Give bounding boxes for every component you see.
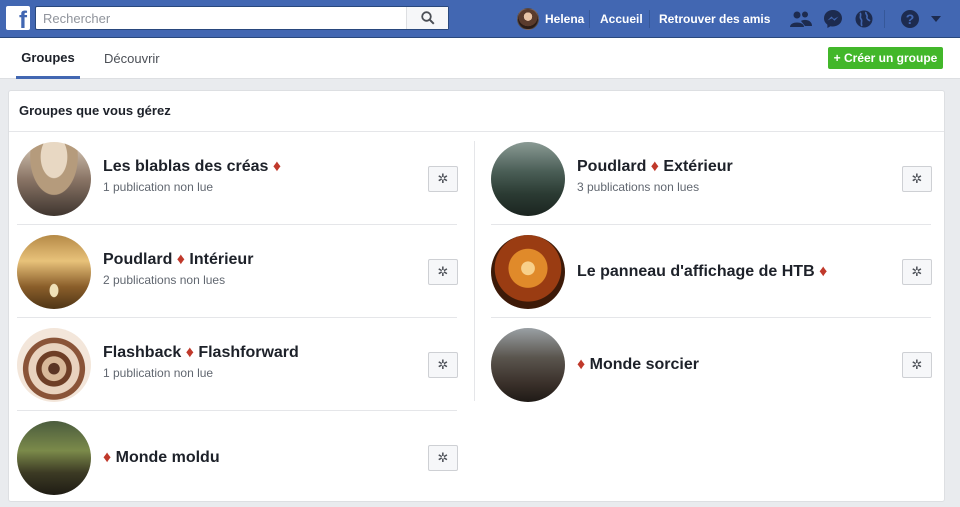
group-photo[interactable]	[17, 235, 91, 309]
svg-text:?: ?	[906, 11, 915, 27]
tab-groups[interactable]: Groupes	[16, 38, 80, 79]
friends-icon	[790, 11, 812, 27]
gear-icon: ✲	[437, 264, 449, 279]
list-item[interactable]: ♦ Monde moldu ✲	[17, 411, 458, 504]
facebook-logo-icon[interactable]: f	[6, 6, 30, 30]
search-icon	[420, 11, 435, 25]
diamond-icon: ♦	[176, 251, 185, 268]
gear-icon: ✲	[911, 264, 923, 279]
group-settings-button[interactable]: ✲	[428, 445, 458, 471]
unread-count: 1 publication non lue	[103, 366, 214, 380]
gear-icon: ✲	[437, 357, 449, 372]
list-item[interactable]: Poudlard ♦ Extérieur 3 publications non …	[491, 132, 932, 225]
group-photo[interactable]	[491, 142, 565, 216]
diamond-icon: ♦	[185, 344, 194, 361]
nav-divider	[589, 10, 590, 28]
group-photo[interactable]	[17, 421, 91, 495]
groups-tab-bar: Groupes Découvrir + Créer un groupe	[0, 38, 960, 79]
group-photo[interactable]	[491, 235, 565, 309]
group-settings-button[interactable]: ✲	[428, 352, 458, 378]
group-photo[interactable]	[17, 328, 91, 402]
unread-count: 1 publication non lue	[103, 180, 214, 194]
group-photo[interactable]	[17, 142, 91, 216]
list-item[interactable]: Les blablas des créas ♦ 1 publication no…	[17, 132, 458, 225]
group-settings-button[interactable]: ✲	[428, 166, 458, 192]
top-navigation-bar: f Helena Accueil Retrouver des amis ?	[0, 0, 960, 38]
list-item[interactable]: Flashback ♦ Flashforward 1 publication n…	[17, 318, 458, 411]
section-title: Groupes que vous gérez	[19, 103, 171, 118]
gear-icon: ✲	[437, 171, 449, 186]
create-group-button[interactable]: + Créer un groupe	[828, 47, 943, 69]
column-divider	[474, 141, 475, 401]
group-photo[interactable]	[491, 328, 565, 402]
group-settings-button[interactable]: ✲	[902, 352, 932, 378]
group-settings-button[interactable]: ✲	[902, 166, 932, 192]
tab-discover[interactable]: Découvrir	[104, 38, 160, 79]
diamond-icon: ♦	[819, 263, 828, 280]
profile-link[interactable]: Helena	[517, 0, 584, 38]
gear-icon: ✲	[437, 450, 449, 465]
group-name[interactable]: Flashback ♦ Flashforward	[103, 344, 299, 362]
group-name[interactable]: Poudlard ♦ Intérieur	[103, 251, 253, 269]
group-name[interactable]: Les blablas des créas ♦	[103, 158, 281, 176]
user-name: Helena	[545, 12, 585, 26]
nav-divider	[649, 10, 650, 28]
account-menu-button[interactable]	[926, 7, 946, 31]
group-settings-button[interactable]: ✲	[428, 259, 458, 285]
unread-count: 3 publications non lues	[577, 180, 700, 194]
messenger-icon	[824, 10, 842, 28]
help-button[interactable]: ?	[898, 7, 922, 31]
diamond-icon: ♦	[103, 449, 112, 466]
home-label: Accueil	[600, 12, 643, 26]
diamond-icon: ♦	[272, 158, 282, 175]
caret-down-icon	[931, 16, 941, 22]
search-input[interactable]	[36, 7, 406, 29]
globe-icon	[855, 10, 873, 28]
help-icon: ?	[901, 10, 919, 28]
group-settings-button[interactable]: ✲	[902, 259, 932, 285]
find-friends-label: Retrouver des amis	[659, 12, 771, 26]
diamond-icon: ♦	[577, 356, 586, 373]
group-name[interactable]: Poudlard ♦ Extérieur	[577, 158, 733, 176]
search-button[interactable]	[406, 7, 448, 29]
friend-requests-button[interactable]	[789, 7, 813, 31]
gear-icon: ✲	[911, 357, 923, 372]
gear-icon: ✲	[911, 171, 923, 186]
unread-count: 2 publications non lues	[103, 273, 226, 287]
search-box	[35, 6, 449, 30]
avatar	[517, 8, 539, 30]
diamond-icon: ♦	[650, 158, 659, 175]
find-friends-link[interactable]: Retrouver des amis	[659, 0, 770, 38]
list-item[interactable]: Le panneau d'affichage de HTB ♦ ✲	[491, 225, 932, 318]
group-name[interactable]: Le panneau d'affichage de HTB ♦	[577, 263, 827, 281]
notifications-button[interactable]	[852, 7, 876, 31]
list-item[interactable]: Poudlard ♦ Intérieur 2 publications non …	[17, 225, 458, 318]
managed-groups-card: Groupes que vous gérez Les blablas des c…	[8, 90, 945, 502]
list-item[interactable]: ♦ Monde sorcier ✲	[491, 318, 932, 411]
nav-divider	[884, 10, 885, 28]
messages-button[interactable]	[821, 7, 845, 31]
home-link[interactable]: Accueil	[600, 0, 643, 38]
group-name[interactable]: ♦ Monde sorcier	[577, 356, 699, 374]
group-name[interactable]: ♦ Monde moldu	[103, 449, 220, 467]
